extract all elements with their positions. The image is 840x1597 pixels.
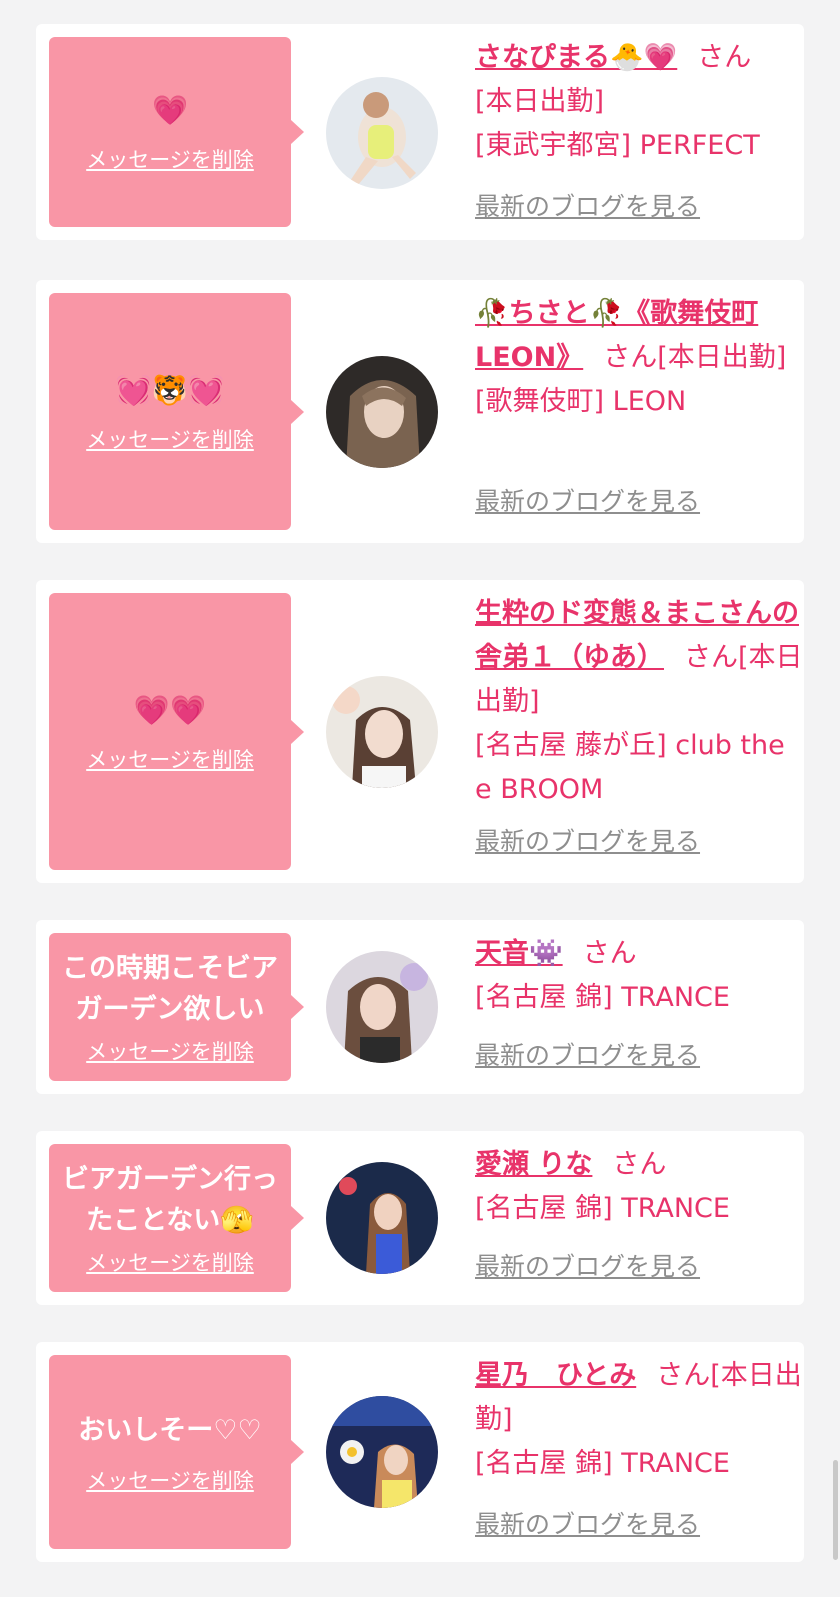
message-text: 💗💗: [133, 692, 207, 727]
latest-blog-link[interactable]: 最新のブログを見る: [475, 1039, 700, 1073]
honorific: さん: [697, 42, 752, 73]
message-card: おいしそー♡♡ メッセージを削除 星乃 ひとみ さん[本日出勤] [名古屋 錦] …: [36, 1342, 804, 1562]
message-card: 💗 メッセージを削除 さなぴまる🐣💗 さん [本日出勤] [東武宇都宮] PERF…: [36, 24, 804, 240]
avatar[interactable]: [326, 951, 438, 1063]
message-bubble: ビアガーデン行ったことない🫣 メッセージを削除: [49, 1144, 304, 1292]
scrollbar[interactable]: [833, 1460, 838, 1560]
cast-info: 天音👾 さん [名古屋 錦] TRANCE: [475, 932, 805, 1020]
latest-blog-link[interactable]: 最新のブログを見る: [475, 485, 700, 519]
latest-blog-link[interactable]: 最新のブログを見る: [475, 190, 700, 224]
avatar[interactable]: [326, 1162, 438, 1274]
shop-name: [名古屋 藤が丘] club the e BROOM: [475, 730, 785, 805]
delete-message-link[interactable]: メッセージを削除: [86, 746, 254, 774]
delete-message-link[interactable]: メッセージを削除: [86, 1249, 254, 1277]
honorific: さん: [684, 642, 738, 673]
honorific: さん: [582, 938, 637, 969]
honorific: さん: [612, 1149, 667, 1180]
message-text: ビアガーデン行ったことない🫣: [62, 1164, 278, 1236]
message-text: 💗: [151, 93, 189, 127]
message-text: 💓🐯💓: [115, 372, 225, 407]
latest-blog-link[interactable]: 最新のブログを見る: [475, 825, 700, 859]
message-card: ビアガーデン行ったことない🫣 メッセージを削除 愛瀬 りな さん [名古屋 錦] …: [36, 1131, 804, 1305]
latest-blog-link[interactable]: 最新のブログを見る: [475, 1508, 700, 1542]
shop-name: [名古屋 錦] TRANCE: [475, 1448, 730, 1479]
honorific: さん: [603, 342, 658, 373]
message-text: おいしそー♡♡: [78, 1414, 262, 1446]
attendance-status: [本日出勤]: [475, 86, 605, 117]
attendance-status: [本日出勤]: [657, 342, 787, 373]
message-card: この時期こそビアガーデン欲しい メッセージを削除 天音👾 さん [名古屋 錦] T…: [36, 920, 804, 1094]
avatar[interactable]: [326, 1396, 438, 1508]
shop-name: [名古屋 錦] TRANCE: [475, 982, 730, 1013]
delete-message-link[interactable]: メッセージを削除: [86, 426, 254, 454]
shop-name: [歌舞伎町] LEON: [475, 386, 687, 417]
cast-name-link[interactable]: さなぴまる🐣💗: [475, 42, 677, 73]
delete-message-link[interactable]: メッセージを削除: [86, 1038, 254, 1066]
message-bubble: おいしそー♡♡ メッセージを削除: [49, 1355, 304, 1549]
message-bubble: この時期こそビアガーデン欲しい メッセージを削除: [49, 933, 304, 1081]
avatar[interactable]: [326, 676, 438, 788]
message-bubble: 💓🐯💓 メッセージを削除: [49, 293, 304, 530]
message-bubble: 💗💗 メッセージを削除: [49, 593, 304, 870]
avatar[interactable]: [326, 356, 438, 468]
shop-name: [名古屋 錦] TRANCE: [475, 1193, 730, 1224]
avatar[interactable]: [326, 77, 438, 189]
message-text: この時期こそビアガーデン欲しい: [62, 953, 278, 1025]
cast-info: さなぴまる🐣💗 さん [本日出勤] [東武宇都宮] PERFECT: [475, 36, 805, 168]
cast-info: 星乃 ひとみ さん[本日出勤] [名古屋 錦] TRANCE: [475, 1354, 805, 1486]
cast-name-link[interactable]: 愛瀬 りな: [475, 1149, 592, 1180]
message-card: 💓🐯💓 メッセージを削除 🥀ちさと🥀《歌舞伎町LEON》 さん[本日出勤] [歌舞…: [36, 280, 804, 543]
shop-name: [東武宇都宮] PERFECT: [475, 130, 760, 161]
message-bubble: 💗 メッセージを削除: [49, 37, 304, 227]
honorific: さん: [656, 1360, 711, 1391]
cast-info: 🥀ちさと🥀《歌舞伎町LEON》 さん[本日出勤] [歌舞伎町] LEON: [475, 292, 805, 424]
cast-info: 生粋のド変態＆まこさんの舎弟１（ゆあ） さん[本日出勤] [名古屋 藤が丘] cl…: [475, 592, 805, 812]
message-card: 💗💗 メッセージを削除 生粋のド変態＆まこさんの舎弟１（ゆあ） さん[本日出勤] …: [36, 580, 804, 883]
cast-name-link[interactable]: 星乃 ひとみ: [475, 1360, 636, 1391]
delete-message-link[interactable]: メッセージを削除: [86, 146, 254, 174]
delete-message-link[interactable]: メッセージを削除: [86, 1467, 254, 1495]
latest-blog-link[interactable]: 最新のブログを見る: [475, 1250, 700, 1284]
cast-name-link[interactable]: 天音👾: [475, 938, 563, 969]
cast-info: 愛瀬 りな さん [名古屋 錦] TRANCE: [475, 1143, 805, 1231]
